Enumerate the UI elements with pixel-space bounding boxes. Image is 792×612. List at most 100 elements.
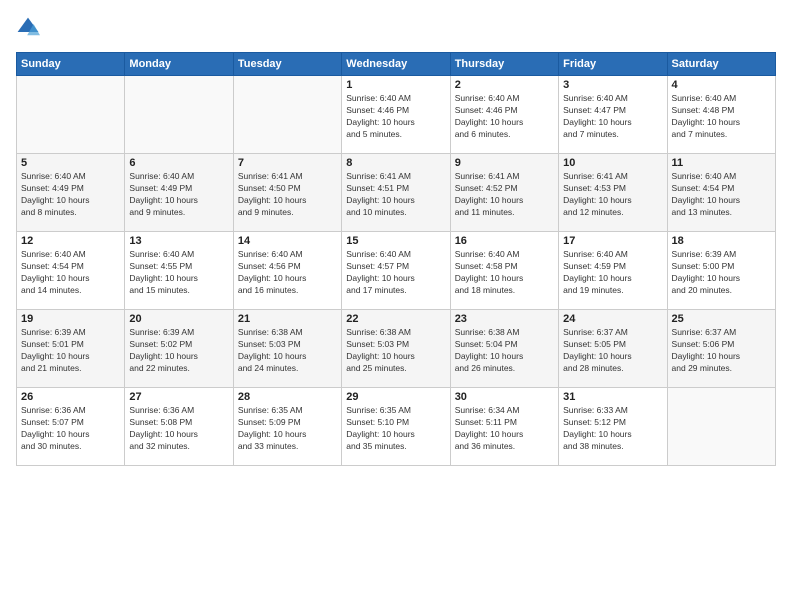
calendar-week-row: 19 Sunrise: 6:39 AM Sunset: 5:01 PM Dayli…	[17, 310, 776, 388]
calendar-week-row: 26 Sunrise: 6:36 AM Sunset: 5:07 PM Dayli…	[17, 388, 776, 466]
calendar-day-cell: 26 Sunrise: 6:36 AM Sunset: 5:07 PM Dayli…	[17, 388, 125, 466]
calendar-day-cell: 13 Sunrise: 6:40 AM Sunset: 4:55 PM Dayli…	[125, 232, 233, 310]
day-number: 19	[21, 313, 120, 325]
day-number: 4	[672, 79, 771, 91]
calendar-day-cell: 7 Sunrise: 6:41 AM Sunset: 4:50 PM Daylig…	[233, 154, 341, 232]
header	[16, 16, 776, 40]
day-info: Sunrise: 6:38 AM Sunset: 5:03 PM Dayligh…	[238, 327, 337, 375]
day-number: 14	[238, 235, 337, 247]
calendar-day-cell	[125, 76, 233, 154]
weekday-header-cell: Saturday	[667, 53, 775, 76]
day-number: 17	[563, 235, 662, 247]
calendar-day-cell: 4 Sunrise: 6:40 AM Sunset: 4:48 PM Daylig…	[667, 76, 775, 154]
day-number: 15	[346, 235, 445, 247]
day-info: Sunrise: 6:41 AM Sunset: 4:50 PM Dayligh…	[238, 171, 337, 219]
calendar-day-cell: 2 Sunrise: 6:40 AM Sunset: 4:46 PM Daylig…	[450, 76, 558, 154]
day-info: Sunrise: 6:33 AM Sunset: 5:12 PM Dayligh…	[563, 405, 662, 453]
day-info: Sunrise: 6:35 AM Sunset: 5:10 PM Dayligh…	[346, 405, 445, 453]
calendar-day-cell: 19 Sunrise: 6:39 AM Sunset: 5:01 PM Dayli…	[17, 310, 125, 388]
calendar-day-cell: 22Sunrise: 6:38 AM Sunset: 5:03 PM Dayli…	[342, 310, 450, 388]
calendar-week-row: 12 Sunrise: 6:40 AM Sunset: 4:54 PM Dayli…	[17, 232, 776, 310]
day-number: 3	[563, 79, 662, 91]
day-info: Sunrise: 6:37 AM Sunset: 5:05 PM Dayligh…	[563, 327, 662, 375]
weekday-header-cell: Monday	[125, 53, 233, 76]
day-info: Sunrise: 6:41 AM Sunset: 4:51 PM Dayligh…	[346, 171, 445, 219]
calendar-day-cell: 1Sunrise: 6:40 AM Sunset: 4:46 PM Daylig…	[342, 76, 450, 154]
calendar-day-cell: 15 Sunrise: 6:40 AM Sunset: 4:57 PM Dayli…	[342, 232, 450, 310]
calendar-day-cell: 24 Sunrise: 6:37 AM Sunset: 5:05 PM Dayli…	[559, 310, 667, 388]
day-number: 11	[672, 157, 771, 169]
logo	[16, 16, 44, 40]
calendar-day-cell: 9Sunrise: 6:41 AM Sunset: 4:52 PM Daylig…	[450, 154, 558, 232]
day-info: Sunrise: 6:40 AM Sunset: 4:49 PM Dayligh…	[21, 171, 120, 219]
day-number: 1	[346, 79, 445, 91]
day-number: 8	[346, 157, 445, 169]
day-number: 12	[21, 235, 120, 247]
calendar-day-cell: 23 Sunrise: 6:38 AM Sunset: 5:04 PM Dayli…	[450, 310, 558, 388]
calendar-day-cell: 25Sunrise: 6:37 AM Sunset: 5:06 PM Dayli…	[667, 310, 775, 388]
day-number: 20	[129, 313, 228, 325]
calendar-day-cell: 3Sunrise: 6:40 AM Sunset: 4:47 PM Daylig…	[559, 76, 667, 154]
day-info: Sunrise: 6:40 AM Sunset: 4:56 PM Dayligh…	[238, 249, 337, 297]
calendar-day-cell: 21 Sunrise: 6:38 AM Sunset: 5:03 PM Dayli…	[233, 310, 341, 388]
day-number: 5	[21, 157, 120, 169]
day-info: Sunrise: 6:40 AM Sunset: 4:48 PM Dayligh…	[672, 93, 771, 141]
day-number: 27	[129, 391, 228, 403]
weekday-header-cell: Friday	[559, 53, 667, 76]
page: SundayMondayTuesdayWednesdayThursdayFrid…	[0, 0, 792, 612]
day-number: 18	[672, 235, 771, 247]
calendar-day-cell: 17 Sunrise: 6:40 AM Sunset: 4:59 PM Dayli…	[559, 232, 667, 310]
day-info: Sunrise: 6:40 AM Sunset: 4:54 PM Dayligh…	[672, 171, 771, 219]
day-number: 6	[129, 157, 228, 169]
day-number: 23	[455, 313, 554, 325]
day-info: Sunrise: 6:40 AM Sunset: 4:55 PM Dayligh…	[129, 249, 228, 297]
day-number: 10	[563, 157, 662, 169]
day-info: Sunrise: 6:40 AM Sunset: 4:49 PM Dayligh…	[129, 171, 228, 219]
day-info: Sunrise: 6:36 AM Sunset: 5:07 PM Dayligh…	[21, 405, 120, 453]
day-number: 13	[129, 235, 228, 247]
calendar-header: SundayMondayTuesdayWednesdayThursdayFrid…	[17, 53, 776, 76]
calendar-day-cell: 10 Sunrise: 6:41 AM Sunset: 4:53 PM Dayli…	[559, 154, 667, 232]
day-info: Sunrise: 6:38 AM Sunset: 5:03 PM Dayligh…	[346, 327, 445, 375]
day-number: 25	[672, 313, 771, 325]
day-info: Sunrise: 6:39 AM Sunset: 5:02 PM Dayligh…	[129, 327, 228, 375]
calendar-day-cell: 16Sunrise: 6:40 AM Sunset: 4:58 PM Dayli…	[450, 232, 558, 310]
calendar-day-cell: 6 Sunrise: 6:40 AM Sunset: 4:49 PM Daylig…	[125, 154, 233, 232]
calendar-table: SundayMondayTuesdayWednesdayThursdayFrid…	[16, 52, 776, 466]
day-info: Sunrise: 6:39 AM Sunset: 5:01 PM Dayligh…	[21, 327, 120, 375]
calendar-day-cell: 20 Sunrise: 6:39 AM Sunset: 5:02 PM Dayli…	[125, 310, 233, 388]
day-number: 28	[238, 391, 337, 403]
day-info: Sunrise: 6:40 AM Sunset: 4:59 PM Dayligh…	[563, 249, 662, 297]
day-number: 7	[238, 157, 337, 169]
calendar-day-cell	[17, 76, 125, 154]
day-info: Sunrise: 6:35 AM Sunset: 5:09 PM Dayligh…	[238, 405, 337, 453]
calendar-day-cell: 11 Sunrise: 6:40 AM Sunset: 4:54 PM Dayli…	[667, 154, 775, 232]
day-number: 26	[21, 391, 120, 403]
day-number: 2	[455, 79, 554, 91]
logo-icon	[16, 16, 40, 40]
weekday-header-row: SundayMondayTuesdayWednesdayThursdayFrid…	[17, 53, 776, 76]
calendar-body: 1 Sunrise: 6:40 AM Sunset: 4:46 PM Daylig…	[17, 76, 776, 466]
weekday-header-cell: Tuesday	[233, 53, 341, 76]
day-info: Sunrise: 6:38 AM Sunset: 5:04 PM Dayligh…	[455, 327, 554, 375]
calendar-day-cell: 28 Sunrise: 6:35 AM Sunset: 5:09 PM Dayli…	[233, 388, 341, 466]
day-info: Sunrise: 6:41 AM Sunset: 4:53 PM Dayligh…	[563, 171, 662, 219]
calendar-day-cell: 18Sunrise: 6:39 AM Sunset: 5:00 PM Dayli…	[667, 232, 775, 310]
day-number: 24	[563, 313, 662, 325]
calendar-day-cell	[233, 76, 341, 154]
day-number: 21	[238, 313, 337, 325]
day-info: Sunrise: 6:40 AM Sunset: 4:46 PM Dayligh…	[455, 93, 554, 141]
day-info: Sunrise: 6:40 AM Sunset: 4:54 PM Dayligh…	[21, 249, 120, 297]
day-info: Sunrise: 6:34 AM Sunset: 5:11 PM Dayligh…	[455, 405, 554, 453]
day-number: 9	[455, 157, 554, 169]
day-info: Sunrise: 6:36 AM Sunset: 5:08 PM Dayligh…	[129, 405, 228, 453]
weekday-header-cell: Wednesday	[342, 53, 450, 76]
calendar-day-cell: 29Sunrise: 6:35 AM Sunset: 5:10 PM Dayli…	[342, 388, 450, 466]
calendar-week-row: 5 Sunrise: 6:40 AM Sunset: 4:49 PM Daylig…	[17, 154, 776, 232]
weekday-header-cell: Thursday	[450, 53, 558, 76]
day-info: Sunrise: 6:40 AM Sunset: 4:57 PM Dayligh…	[346, 249, 445, 297]
calendar-week-row: 1 Sunrise: 6:40 AM Sunset: 4:46 PM Daylig…	[17, 76, 776, 154]
day-number: 16	[455, 235, 554, 247]
calendar-day-cell: 30Sunrise: 6:34 AM Sunset: 5:11 PM Dayli…	[450, 388, 558, 466]
calendar-day-cell: 8 Sunrise: 6:41 AM Sunset: 4:51 PM Daylig…	[342, 154, 450, 232]
